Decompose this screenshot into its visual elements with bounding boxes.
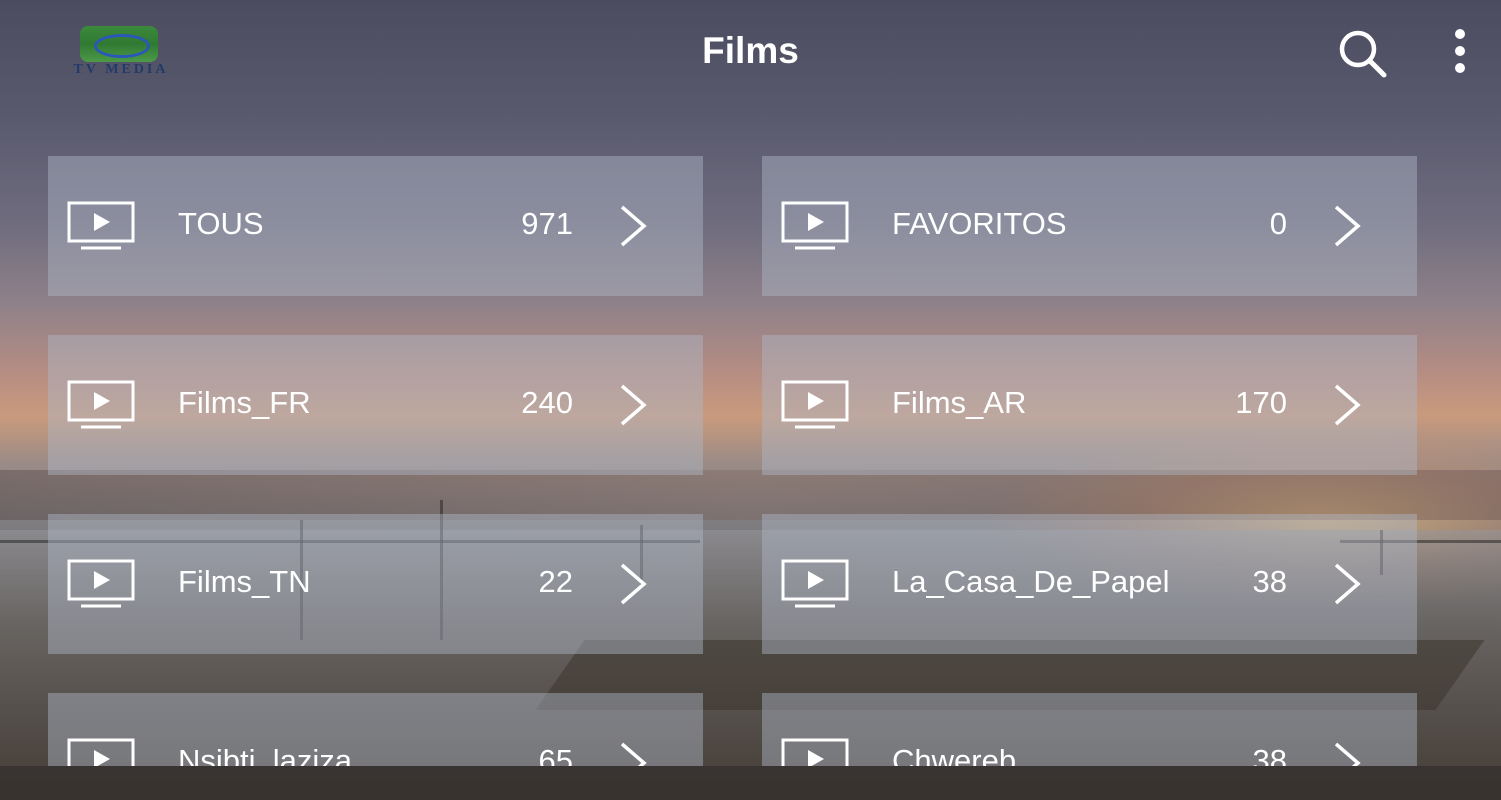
tv-play-icon [781, 559, 849, 608]
category-count: 65 [538, 743, 573, 766]
category-name: Films_FR [178, 385, 311, 420]
category-count: 240 [521, 385, 573, 420]
tv-play-icon [67, 201, 135, 250]
tv-play-icon [67, 738, 135, 766]
chevron-right-icon [1334, 563, 1361, 605]
category-name: Films_TN [178, 564, 311, 599]
search-icon [1339, 30, 1387, 78]
tv-play-icon [67, 380, 135, 429]
category-count: 38 [1252, 743, 1287, 766]
category-card[interactable]: La_Casa_De_Papel 38 [762, 514, 1417, 654]
category-count: 38 [1252, 564, 1287, 599]
search-button[interactable] [1332, 24, 1392, 84]
category-count: 22 [538, 564, 573, 599]
category-name: La_Casa_De_Papel [892, 564, 1170, 599]
tv-play-icon [67, 559, 135, 608]
more-options-button[interactable] [1440, 24, 1480, 84]
category-count: 971 [521, 206, 573, 241]
tv-play-icon [781, 201, 849, 250]
page-title: Films [702, 30, 799, 71]
category-card[interactable]: FAVORITOS 0 [762, 156, 1417, 296]
tv-play-icon [781, 380, 849, 429]
screen: TV MEDIA Films TOUS 971 FAVORITOS 0 Film… [0, 0, 1501, 800]
app-header: TV MEDIA Films [0, 0, 1501, 110]
more-vert-icon [1455, 29, 1465, 73]
chevron-right-icon [620, 563, 647, 605]
bottom-bar [0, 766, 1501, 800]
category-card[interactable]: Nsibti_laziza 65 [48, 693, 703, 766]
category-count: 170 [1235, 385, 1287, 420]
category-name: TOUS [178, 206, 264, 241]
chevron-right-icon [620, 205, 647, 247]
category-grid: TOUS 971 FAVORITOS 0 Films_FR 240 Films_… [48, 156, 1418, 766]
category-card[interactable]: Films_TN 22 [48, 514, 703, 654]
chevron-right-icon [1334, 742, 1361, 766]
category-name: FAVORITOS [892, 206, 1067, 241]
category-card[interactable]: Films_FR 240 [48, 335, 703, 475]
category-card[interactable]: Films_AR 170 [762, 335, 1417, 475]
category-name: Films_AR [892, 385, 1027, 420]
chevron-right-icon [1334, 205, 1361, 247]
chevron-right-icon [1334, 384, 1361, 426]
category-count: 0 [1269, 206, 1287, 241]
category-name: Nsibti_laziza [178, 743, 353, 766]
category-name: Chwereb [892, 743, 1017, 766]
category-card[interactable]: TOUS 971 [48, 156, 703, 296]
chevron-right-icon [620, 384, 647, 426]
tv-play-icon [781, 738, 849, 766]
category-card[interactable]: Chwereb 38 [762, 693, 1417, 766]
chevron-right-icon [620, 742, 647, 766]
